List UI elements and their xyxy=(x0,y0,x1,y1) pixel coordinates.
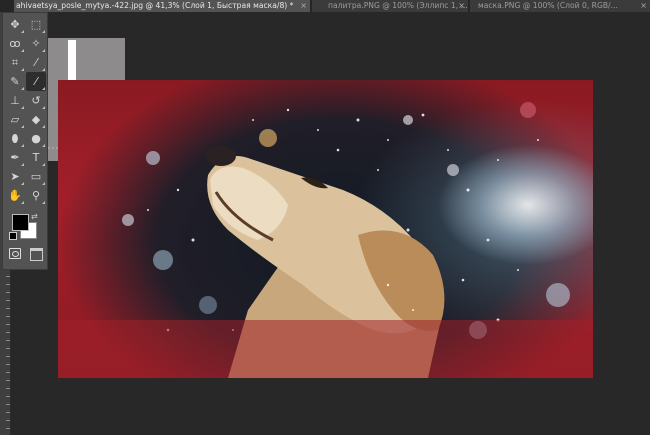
tool-group-indicator-icon xyxy=(42,201,45,204)
eraser-icon: ▱ xyxy=(10,113,20,126)
tool-group-indicator-icon xyxy=(42,106,45,109)
path-selection-icon: ➤ xyxy=(10,170,20,183)
hand-tool[interactable]: ✋ xyxy=(5,186,25,205)
zoom-icon: ⚲ xyxy=(31,189,41,202)
tool-group-indicator-icon xyxy=(21,49,24,52)
toolbox-panel: ⇄ ✥ ⬚ ꝏ ✧ ⌗ ⁄ ✎ ⁄ ⊥ ↺ ▱ ◆ ⬮ ● ✒ T ➤ ▭ ✋ ⚲ xyxy=(2,12,48,270)
tool-group-indicator-icon xyxy=(21,106,24,109)
tool-group-indicator-icon xyxy=(21,30,24,33)
bandage-icon: ✎ xyxy=(10,75,20,88)
marquee-icon: ⬚ xyxy=(30,18,42,31)
type-icon: T xyxy=(32,151,40,164)
tab-active-document-label: ahivaetsya_posle_mytya.-422.jpg @ 41,3% … xyxy=(16,1,294,10)
tool-group-indicator-icon xyxy=(21,201,24,204)
eyedropper-tool[interactable]: ⁄ xyxy=(26,53,46,72)
brush-tool[interactable]: ⁄ xyxy=(26,72,46,91)
rectangle-icon: ▭ xyxy=(30,170,42,183)
quick-selection-tool[interactable]: ✧ xyxy=(26,34,46,53)
move-icon: ✥ xyxy=(10,18,20,31)
crop-icon: ⌗ xyxy=(11,55,19,69)
brush-icon: ⁄ xyxy=(35,75,37,88)
history-brush-tool[interactable]: ↺ xyxy=(26,91,46,110)
pen-tool[interactable]: ✒ xyxy=(5,148,25,167)
tool-group-indicator-icon xyxy=(42,49,45,52)
default-colors-icon[interactable] xyxy=(9,232,17,240)
tool-group-indicator-icon xyxy=(42,182,45,185)
quick-mask-icon[interactable] xyxy=(9,248,21,259)
paint-bucket-tool[interactable]: ◆ xyxy=(26,110,46,129)
tab-close-icon[interactable]: × xyxy=(300,0,307,12)
history-brush-icon: ↺ xyxy=(31,94,41,107)
hand-icon: ✋ xyxy=(8,189,22,202)
tool-group-indicator-icon xyxy=(21,163,24,166)
clone-stamp-tool[interactable]: ⊥ xyxy=(5,91,25,110)
tool-group-indicator-icon xyxy=(21,87,24,90)
tool-group-indicator-icon xyxy=(21,182,24,185)
crop-tool[interactable]: ⌗ xyxy=(5,53,25,72)
lasso-tool[interactable]: ꝏ xyxy=(5,34,25,53)
photo-dog-in-snow xyxy=(58,102,593,378)
quick-selection-icon: ✧ xyxy=(31,37,41,50)
tool-group-indicator-icon xyxy=(42,125,45,128)
type-tool[interactable]: T xyxy=(26,148,46,167)
lasso-icon: ꝏ xyxy=(9,37,21,50)
tab-palette[interactable]: палитра.PNG @ 100% (Эллипс 1, ... × xyxy=(312,0,468,12)
stamp-icon: ⊥ xyxy=(10,94,20,107)
tool-group-indicator-icon xyxy=(42,144,45,147)
pen-icon: ✒ xyxy=(10,151,20,164)
tab-active-document[interactable]: ahivaetsya_posle_mytya.-422.jpg @ 41,3% … xyxy=(14,0,310,12)
blur-tool[interactable]: ⬮ xyxy=(5,129,25,148)
rectangle-tool[interactable]: ▭ xyxy=(26,167,46,186)
tool-group-indicator-icon xyxy=(21,125,24,128)
bucket-icon: ◆ xyxy=(31,113,41,126)
swap-colors-icon[interactable]: ⇄ xyxy=(31,212,38,221)
eyedropper-icon: ⁄ xyxy=(35,56,37,69)
tool-group-indicator-icon xyxy=(42,87,45,90)
tool-group-indicator-icon xyxy=(42,68,45,71)
document-canvas[interactable] xyxy=(58,80,593,378)
tool-group-indicator-icon xyxy=(42,163,45,166)
eraser-tool[interactable]: ▱ xyxy=(5,110,25,129)
marquee-tool[interactable]: ⬚ xyxy=(26,15,46,34)
tab-close-icon[interactable]: × xyxy=(640,0,647,12)
healing-brush-tool[interactable]: ✎ xyxy=(5,72,25,91)
screen-mode-icon[interactable] xyxy=(30,248,43,261)
dodge-icon: ● xyxy=(31,132,41,145)
tool-group-indicator-icon xyxy=(42,30,45,33)
move-tool[interactable]: ✥ xyxy=(5,15,25,34)
dodge-tool[interactable]: ● xyxy=(26,129,46,148)
zoom-tool[interactable]: ⚲ xyxy=(26,186,46,205)
tab-mask[interactable]: маска.PNG @ 100% (Слой 0, RGB/... × xyxy=(470,0,650,12)
blur-icon: ⬮ xyxy=(11,131,19,145)
tab-palette-label: палитра.PNG @ 100% (Эллипс 1, ... xyxy=(328,1,468,10)
tab-mask-label: маска.PNG @ 100% (Слой 0, RGB/... xyxy=(478,1,618,10)
tool-group-indicator-icon xyxy=(21,68,24,71)
document-tab-bar: ahivaetsya_posle_mytya.-422.jpg @ 41,3% … xyxy=(0,0,650,12)
tab-close-icon[interactable]: × xyxy=(458,0,465,12)
path-selection-tool[interactable]: ➤ xyxy=(5,167,25,186)
tool-group-indicator-icon xyxy=(21,144,24,147)
foreground-color-swatch[interactable] xyxy=(12,214,29,231)
